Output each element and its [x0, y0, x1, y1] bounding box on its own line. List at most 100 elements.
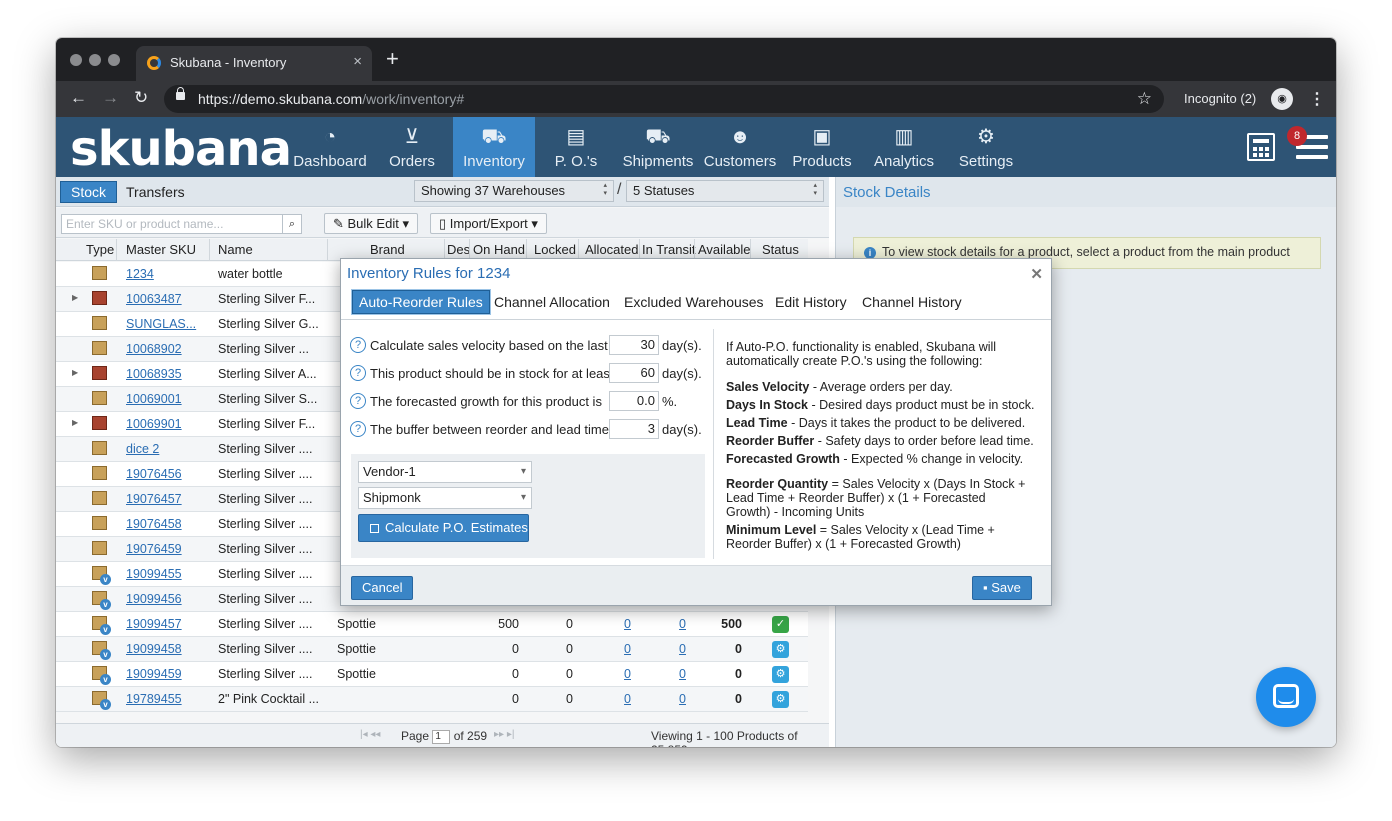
sku-link[interactable]: 19099457 [126, 617, 206, 631]
reload-icon[interactable]: ↻ [134, 88, 148, 108]
calculate-po-button[interactable]: Calculate P.O. Estimates [358, 514, 529, 542]
in-transit-link[interactable]: 0 [639, 642, 686, 656]
col-des[interactable]: Des [447, 242, 470, 257]
sku-link[interactable]: 10068902 [126, 342, 206, 356]
close-window-dot[interactable] [70, 54, 82, 66]
forward-icon[interactable]: → [102, 88, 119, 108]
help-icon[interactable]: ? [350, 337, 366, 353]
nav-analytics[interactable]: ▥ Analytics [870, 117, 938, 177]
sku-link[interactable]: 19099456 [126, 592, 206, 606]
close-icon[interactable]: ✕ [1030, 265, 1043, 283]
bulk-edit-button[interactable]: ✎ Bulk Edit ▾ [324, 213, 418, 234]
warehouse-select[interactable]: Shipmonk [358, 487, 532, 509]
warehouses-select[interactable]: Showing 37 Warehouses [414, 180, 614, 202]
sku-link[interactable]: 10069001 [126, 392, 206, 406]
col-name[interactable]: Name [218, 242, 253, 257]
expand-row-icon[interactable]: ▶ [72, 418, 78, 427]
address-bar[interactable]: https://demo.skubana.com/work/inventory#… [164, 85, 1164, 113]
back-icon[interactable]: ← [70, 88, 87, 108]
nav-pos[interactable]: ▤ P. O.'s [546, 117, 606, 177]
sku-link[interactable]: 19099458 [126, 642, 206, 656]
table-row[interactable]: v 19099457 Sterling Silver .... Spottie 500 0… [56, 612, 808, 637]
col-in-transit[interactable]: In Transit [642, 242, 695, 257]
status-settings-icon[interactable]: ⚙ [772, 666, 789, 683]
col-allocated[interactable]: Allocated [585, 242, 638, 257]
sku-link[interactable]: 19076457 [126, 492, 206, 506]
page-input[interactable]: 1 [432, 729, 451, 744]
sku-link[interactable]: 19076456 [126, 467, 206, 481]
col-status[interactable]: Status [762, 242, 799, 257]
sku-search-input[interactable]: Enter SKU or product name... [61, 214, 283, 234]
help-icon[interactable]: ? [350, 365, 366, 381]
tab-excluded-warehouses[interactable]: Excluded Warehouses [624, 294, 764, 310]
allocated-link[interactable]: 0 [578, 642, 631, 656]
table-row[interactable]: v 19789455 2" Pink Cocktail ... 0 0 0 0 0 ⚙ [56, 687, 808, 712]
nav-inventory[interactable]: ⛟ Inventory [453, 117, 535, 177]
sku-link[interactable]: 19099459 [126, 667, 206, 681]
first-page-icon[interactable]: |◂ ◂◂ [360, 729, 380, 740]
tab-channel-history[interactable]: Channel History [862, 294, 962, 310]
chat-launcher-button[interactable] [1256, 667, 1316, 727]
tab-channel-allocation[interactable]: Channel Allocation [494, 294, 610, 310]
growth-input[interactable]: 0.0 [609, 391, 659, 411]
help-icon[interactable]: ? [350, 393, 366, 409]
in-transit-link[interactable]: 0 [639, 692, 686, 706]
sku-link[interactable]: 10069901 [126, 417, 206, 431]
browser-menu-icon[interactable]: ⋮ [1309, 89, 1325, 109]
nav-customers[interactable]: ☻ Customers [702, 117, 778, 177]
nav-dashboard[interactable]: ◔ Dashboard [292, 117, 368, 177]
save-button[interactable]: ▪ Save [972, 576, 1032, 600]
nav-products[interactable]: ▣ Products [790, 117, 854, 177]
sku-link[interactable]: 19076459 [126, 542, 206, 556]
in-transit-link[interactable]: 0 [639, 617, 686, 631]
calculator-icon[interactable] [1247, 133, 1275, 161]
col-locked[interactable]: Locked [534, 242, 576, 257]
sku-link[interactable]: 19076458 [126, 517, 206, 531]
browser-tab[interactable]: Skubana - Inventory × [136, 46, 372, 81]
col-brand[interactable]: Brand [370, 242, 405, 257]
col-on-hand[interactable]: On Hand [473, 242, 525, 257]
next-page-icon[interactable]: ▸▸ ▸| [494, 729, 514, 740]
tab-auto-reorder-rules[interactable]: Auto-Reorder Rules [351, 289, 491, 315]
table-row[interactable]: v 19099459 Sterling Silver .... Spottie 0 0 0 0… [56, 662, 808, 687]
new-tab-icon[interactable]: + [386, 48, 399, 70]
cancel-button[interactable]: Cancel [351, 576, 414, 600]
col-type[interactable]: Type [86, 242, 114, 257]
help-icon[interactable]: ? [350, 421, 366, 437]
status-ok-icon[interactable]: ✓ [772, 616, 789, 633]
nav-shipments[interactable]: ⛟ Shipments [620, 117, 696, 177]
sku-link[interactable]: 1234 [126, 267, 206, 281]
bookmark-star-icon[interactable]: ☆ [1137, 89, 1152, 109]
table-row[interactable]: v 19099458 Sterling Silver .... Spottie 0 0 0 0… [56, 637, 808, 662]
expand-row-icon[interactable]: ▶ [72, 368, 78, 377]
minimize-window-dot[interactable] [89, 54, 101, 66]
status-settings-icon[interactable]: ⚙ [772, 691, 789, 708]
in-stock-days-input[interactable]: 60 [609, 363, 659, 383]
sku-link[interactable]: 10068935 [126, 367, 206, 381]
col-master-sku[interactable]: Master SKU [126, 242, 196, 257]
notification-badge[interactable]: 8 [1287, 126, 1307, 146]
allocated-link[interactable]: 0 [578, 692, 631, 706]
skubana-logo[interactable]: skubana [70, 121, 292, 177]
incognito-icon[interactable]: ◉ [1271, 88, 1293, 110]
buffer-days-input[interactable]: 3 [609, 419, 659, 439]
statuses-select[interactable]: 5 Statuses [626, 180, 824, 202]
nav-orders[interactable]: ⊻ Orders [382, 117, 442, 177]
tab-edit-history[interactable]: Edit History [775, 294, 847, 310]
nav-settings[interactable]: ⚙ Settings [956, 117, 1016, 177]
sku-link[interactable]: dice 2 [126, 442, 206, 456]
zoom-window-dot[interactable] [108, 54, 120, 66]
search-icon[interactable]: ⌕ [282, 214, 302, 234]
import-export-button[interactable]: ▯ Import/Export ▾ [430, 213, 547, 234]
in-transit-link[interactable]: 0 [639, 667, 686, 681]
sku-link[interactable]: 19789455 [126, 692, 206, 706]
sku-link[interactable]: 10063487 [126, 292, 206, 306]
sku-link[interactable]: SUNGLAS... [126, 317, 206, 331]
expand-row-icon[interactable]: ▶ [72, 293, 78, 302]
velocity-days-input[interactable]: 30 [609, 335, 659, 355]
allocated-link[interactable]: 0 [578, 617, 631, 631]
tab-stock[interactable]: Stock [60, 181, 118, 203]
allocated-link[interactable]: 0 [578, 667, 631, 681]
status-settings-icon[interactable]: ⚙ [772, 641, 789, 658]
tab-close-icon[interactable]: × [353, 53, 362, 70]
